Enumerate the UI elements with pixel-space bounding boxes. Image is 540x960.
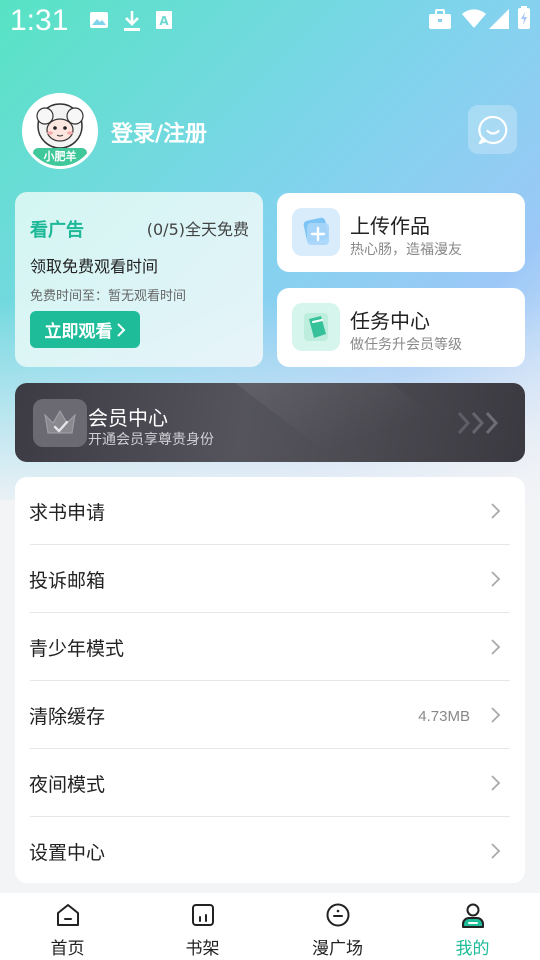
task-card-title: 任务中心	[350, 309, 430, 333]
tab-plaza[interactable]: 漫广场	[270, 893, 405, 960]
tab-label: 我的	[455, 939, 490, 959]
tab-mine[interactable]: 我的	[405, 893, 540, 960]
settings-menu: 求书申请 投诉邮箱 青少年模式 清除缓存 4.73MB 夜间模式 设置中心	[15, 477, 525, 883]
menu-item-label: 投诉邮箱	[29, 570, 106, 592]
briefcase-icon	[428, 8, 452, 34]
task-center-card[interactable]: 任务中心 做任务升会员等级	[277, 288, 525, 367]
free-time-text: 免费时间至：暂无观看时间	[30, 289, 187, 304]
ad-description: 领取免费观看时间	[30, 257, 159, 276]
menu-item-teen-mode[interactable]: 青少年模式	[15, 613, 525, 681]
message-button[interactable]	[468, 105, 517, 154]
vip-center-banner[interactable]: 会员中心 开通会员享尊贵身份	[15, 383, 525, 462]
menu-item-complaint-email[interactable]: 投诉邮箱	[15, 545, 525, 613]
chevron-right-icon	[491, 571, 501, 587]
avatar-caption: 小肥羊	[43, 150, 77, 163]
plaza-icon	[326, 903, 349, 927]
tab-bookshelf[interactable]: 书架	[135, 893, 270, 960]
chevron-right-icon	[491, 843, 501, 859]
avatar[interactable]: 小肥羊	[22, 93, 98, 169]
watch-ad-card: 看广告 (0/5)全天免费 领取免费观看时间 免费时间至：暂无观看时间 立即观看	[15, 192, 263, 367]
watch-now-label: 立即观看	[44, 322, 113, 342]
menu-item-label: 夜间模式	[29, 774, 106, 796]
menu-item-label: 清除缓存	[29, 706, 106, 728]
chevron-right-icon	[491, 775, 501, 791]
vip-title: 会员中心	[88, 406, 168, 430]
chevron-right-icon	[491, 503, 501, 519]
triple-chevron-icon	[457, 411, 499, 435]
menu-item-clear-cache[interactable]: 清除缓存 4.73MB	[15, 681, 525, 749]
task-card-subtitle: 做任务升会员等级	[350, 337, 462, 353]
tab-home[interactable]: 首页	[0, 893, 135, 960]
chevron-right-icon	[116, 322, 125, 337]
home-icon	[56, 904, 79, 926]
cache-size-value: 4.73MB	[418, 708, 470, 725]
vip-subtitle: 开通会员享尊贵身份	[88, 432, 214, 448]
menu-item-night-mode[interactable]: 夜间模式	[15, 749, 525, 817]
task-icon	[292, 303, 340, 351]
menu-item-label: 青少年模式	[29, 638, 125, 660]
status-time: 1:31	[10, 4, 69, 37]
profile-icon	[461, 903, 484, 928]
bookshelf-icon	[191, 904, 214, 926]
translate-icon: A	[155, 10, 173, 34]
tab-label: 书架	[185, 939, 220, 959]
menu-item-label: 设置中心	[29, 842, 106, 864]
menu-item-settings-center[interactable]: 设置中心	[15, 817, 525, 885]
watch-now-button[interactable]: 立即观看	[30, 311, 140, 348]
chevron-right-icon	[491, 639, 501, 655]
tab-label: 首页	[50, 939, 85, 959]
signal-icon	[488, 8, 510, 34]
upload-icon	[292, 208, 340, 256]
menu-item-book-request[interactable]: 求书申请	[15, 477, 525, 545]
chat-bubble-icon	[477, 115, 507, 144]
ad-card-title: 看广告	[30, 220, 84, 241]
menu-item-label: 求书申请	[29, 502, 106, 524]
tab-label: 漫广场	[312, 939, 363, 959]
svg-text:A: A	[159, 14, 169, 28]
chevron-right-icon	[491, 707, 501, 723]
crown-icon	[33, 399, 87, 447]
status-bar: 1:31 A	[0, 0, 540, 48]
ad-count-text: (0/5)全天免费	[146, 220, 249, 239]
image-icon	[89, 10, 109, 34]
download-icon	[122, 10, 142, 36]
upload-card-title: 上传作品	[350, 214, 430, 238]
upload-card-subtitle: 热心肠，造福漫友	[350, 242, 462, 258]
upload-works-card[interactable]: 上传作品 热心肠，造福漫友	[277, 193, 525, 272]
battery-icon	[517, 6, 531, 34]
wifi-icon	[461, 9, 487, 33]
bottom-tab-bar: 首页 书架 漫广场 我的	[0, 893, 540, 960]
login-register-link[interactable]: 登录/注册	[111, 116, 207, 148]
